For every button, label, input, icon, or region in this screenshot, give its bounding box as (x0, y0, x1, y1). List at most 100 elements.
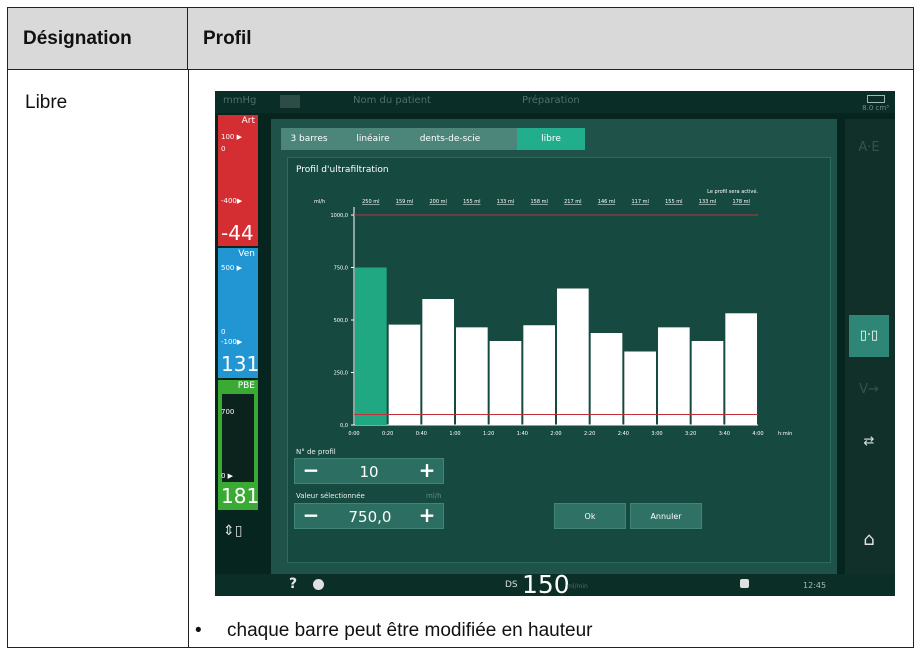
x-tick-label: 3:20 (685, 431, 696, 437)
activation-note: Le profil sera activé. (707, 188, 758, 195)
help-button[interactable]: ? (289, 576, 297, 592)
x-tick-label: 2:00 (550, 431, 561, 437)
topbar-indicator (280, 95, 300, 108)
pbe-pressure[interactable]: PBE 700 0 ▶ 181 (218, 380, 260, 510)
tab-lineaire[interactable]: linéaire (339, 128, 407, 150)
lock-icon[interactable] (740, 579, 749, 588)
x-tick-label: 0:20 (382, 431, 393, 437)
clock-icon[interactable] (313, 579, 324, 590)
selected-value-unit: ml/h (426, 492, 442, 500)
top-bar: mmHg Nom du patient Préparation 8.0 cm³ (215, 91, 895, 113)
device-screen: mmHg Nom du patient Préparation 8.0 cm³ … (215, 91, 895, 596)
selected-value: 750,0 (348, 508, 392, 526)
value-minus-button[interactable]: − (297, 504, 325, 528)
patient-name[interactable]: Nom du patient (353, 95, 431, 106)
x-tick-label: 3:40 (719, 431, 730, 437)
row-label: Libre (25, 92, 68, 113)
volume-label: 117 ml (631, 199, 648, 205)
volume-label: 133 ml (497, 199, 514, 205)
pbe-label: PBE (237, 381, 255, 391)
selected-value-stepper: − 750,0 + (294, 503, 444, 529)
flow-direction-icon[interactable]: V→ (849, 369, 889, 411)
ven-low-limit: -100▶ (221, 338, 243, 346)
x-tick-label: 1:40 (517, 431, 528, 437)
profile-bar[interactable] (691, 341, 724, 425)
bullet-dot-icon: • (195, 620, 202, 641)
profile-bar[interactable] (388, 324, 421, 425)
pbe-top-limit: 700 (221, 408, 235, 416)
profile-bar[interactable] (557, 288, 589, 426)
x-tick-label: 3:00 (651, 431, 662, 437)
profile-bar[interactable] (624, 351, 656, 426)
volume-label: 159 ml (396, 199, 413, 205)
tab-3-barres[interactable]: 3 barres (281, 128, 337, 150)
volume-label: 178 ml (732, 199, 749, 205)
uf-profile-dialog: 3 barres linéaire dents-de-scie libre Pr… (271, 119, 837, 574)
profile-bar[interactable] (456, 327, 488, 425)
profile-bar[interactable] (489, 341, 522, 425)
profile-tabs: 3 barres linéaire dents-de-scie libre (281, 128, 585, 150)
column-divider (188, 70, 189, 647)
volume-label: 146 ml (598, 199, 615, 205)
volume-label: 155 ml (665, 199, 682, 205)
ds-unit: ml/min (567, 583, 588, 590)
art-pressure[interactable]: Art 100 ▶ 0 -400▶ -44 (218, 115, 258, 246)
profile-number-value: 10 (359, 463, 379, 481)
profile-bar[interactable] (658, 327, 690, 425)
ven-value: 131 (221, 352, 260, 376)
profile-number-stepper: − 10 + (294, 458, 444, 484)
arrow-icon[interactable]: A·E (849, 127, 889, 169)
art-value: -44 (221, 221, 254, 245)
uf-chart: 0,0 250,0 500,0 750,0 1000,0 0:00 0:20 0:40 1:00… (314, 188, 792, 437)
pbe-low-limit: 0 ▶ (221, 472, 234, 480)
pbe-value: 181 (221, 484, 260, 508)
profile-bar[interactable] (590, 333, 623, 425)
profile-plus-button[interactable]: + (413, 459, 441, 483)
ds-value[interactable]: 150 (522, 570, 570, 596)
syringe-icon[interactable]: ⇕▯ (223, 523, 242, 539)
art-low-limit: -400▶ (221, 197, 243, 205)
volume-label: 250 ml (362, 199, 379, 205)
cancel-button[interactable]: Annuler (630, 503, 702, 529)
rate-unit-label: ml/h (314, 199, 325, 205)
battery-icon (867, 95, 885, 103)
x-tick-label: 4:00 (752, 431, 763, 437)
x-tick-label: 0:00 (348, 431, 359, 437)
volume-label: 217 ml (564, 199, 581, 205)
heparin-syringe-icon[interactable]: ▯·▯ (849, 315, 889, 357)
home-icon[interactable]: ⌂ (849, 519, 889, 561)
tab-libre[interactable]: libre (517, 128, 585, 150)
ven-label: Ven (238, 249, 255, 259)
right-sidebar: A·E ▯·▯ V→ ⇄ ⌂ (845, 119, 895, 574)
header-profil-label: Profil (203, 28, 252, 49)
profile-bar[interactable] (355, 267, 387, 426)
profile-bar[interactable] (523, 325, 555, 425)
profile-bar[interactable] (725, 313, 757, 425)
ds-label: DS (505, 580, 518, 590)
y-tick-label: 750,0 (334, 266, 348, 272)
bottom-bar: ? DS 150 ml/min 12:45 (215, 570, 895, 596)
x-tick-label: 1:00 (449, 431, 460, 437)
profile-minus-button[interactable]: − (297, 459, 325, 483)
value-plus-button[interactable]: + (413, 504, 441, 528)
ok-button[interactable]: Ok (554, 503, 626, 529)
ven-pressure[interactable]: Ven 500 ▶ 0 -100▶ 131 (218, 248, 260, 378)
volume-label: 155 ml (463, 199, 480, 205)
bullet-item: • chaque barre peut être modifiée en haut… (195, 620, 592, 642)
sidebar-blank (849, 189, 889, 249)
volume-label: 200 ml (429, 199, 446, 205)
topbar-unit: mmHg (223, 95, 257, 106)
selected-value-label: Valeur sélectionnée (296, 492, 365, 500)
patient-connect-icon[interactable]: ⇄ (849, 421, 889, 463)
header-profil: Profil (188, 8, 913, 70)
mode-label: Préparation (522, 95, 580, 106)
clock-time: 12:45 (803, 581, 827, 590)
ven-zero: 0 (221, 328, 226, 336)
y-tick-label: 0,0 (340, 423, 348, 429)
x-tick-label: 0:40 (416, 431, 427, 437)
x-unit-label: h:min (778, 431, 792, 437)
profile-bar[interactable] (422, 299, 454, 425)
art-zero: 0 (221, 145, 226, 153)
art-label: Art (241, 116, 255, 126)
tab-dents-de-scie[interactable]: dents-de-scie (409, 128, 491, 150)
